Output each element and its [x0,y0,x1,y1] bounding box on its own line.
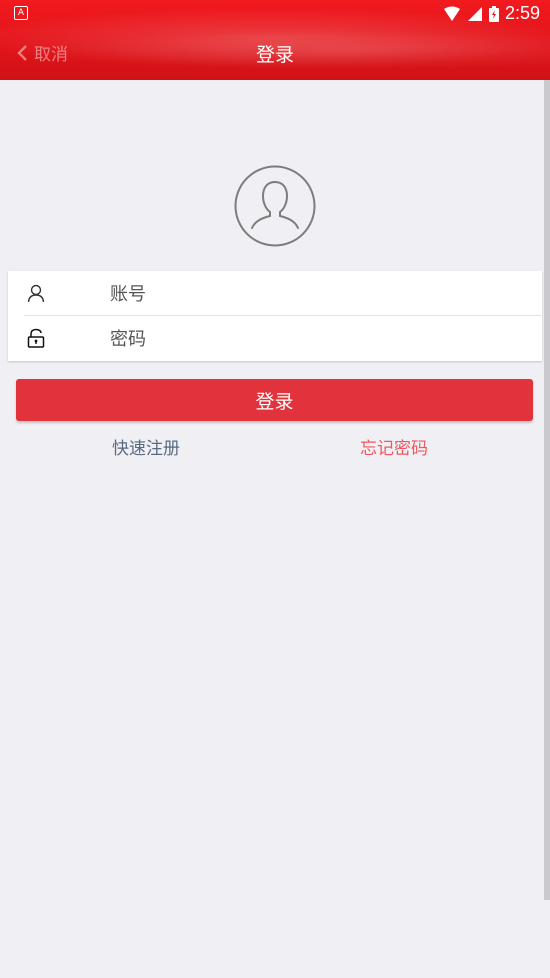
status-time: 2:59 [504,3,540,23]
login-form [8,271,542,361]
status-bar: A 2:59 [0,0,550,28]
scrollbar[interactable] [544,80,550,900]
password-input[interactable] [108,322,532,356]
cellular-signal-icon [467,6,482,21]
notification-badge-icon: A [14,6,28,20]
user-avatar-icon [234,165,316,247]
login-button[interactable]: 登录 [16,379,533,421]
wifi-icon [443,6,460,21]
account-row [8,271,542,316]
register-link[interactable]: 快速注册 [112,434,180,459]
page-title: 登录 [255,44,294,66]
navigation-bar: 取消 登录 [0,28,550,80]
unlock-icon [27,328,45,348]
forgot-password-link[interactable]: 忘记密码 [360,434,428,459]
password-row [8,316,542,361]
account-input[interactable] [108,277,532,311]
battery-charging-icon [488,5,499,22]
status-icons: 2:59 [443,3,540,24]
app-header: A 2:59 取消 登录 [0,0,550,80]
person-icon [27,284,45,303]
